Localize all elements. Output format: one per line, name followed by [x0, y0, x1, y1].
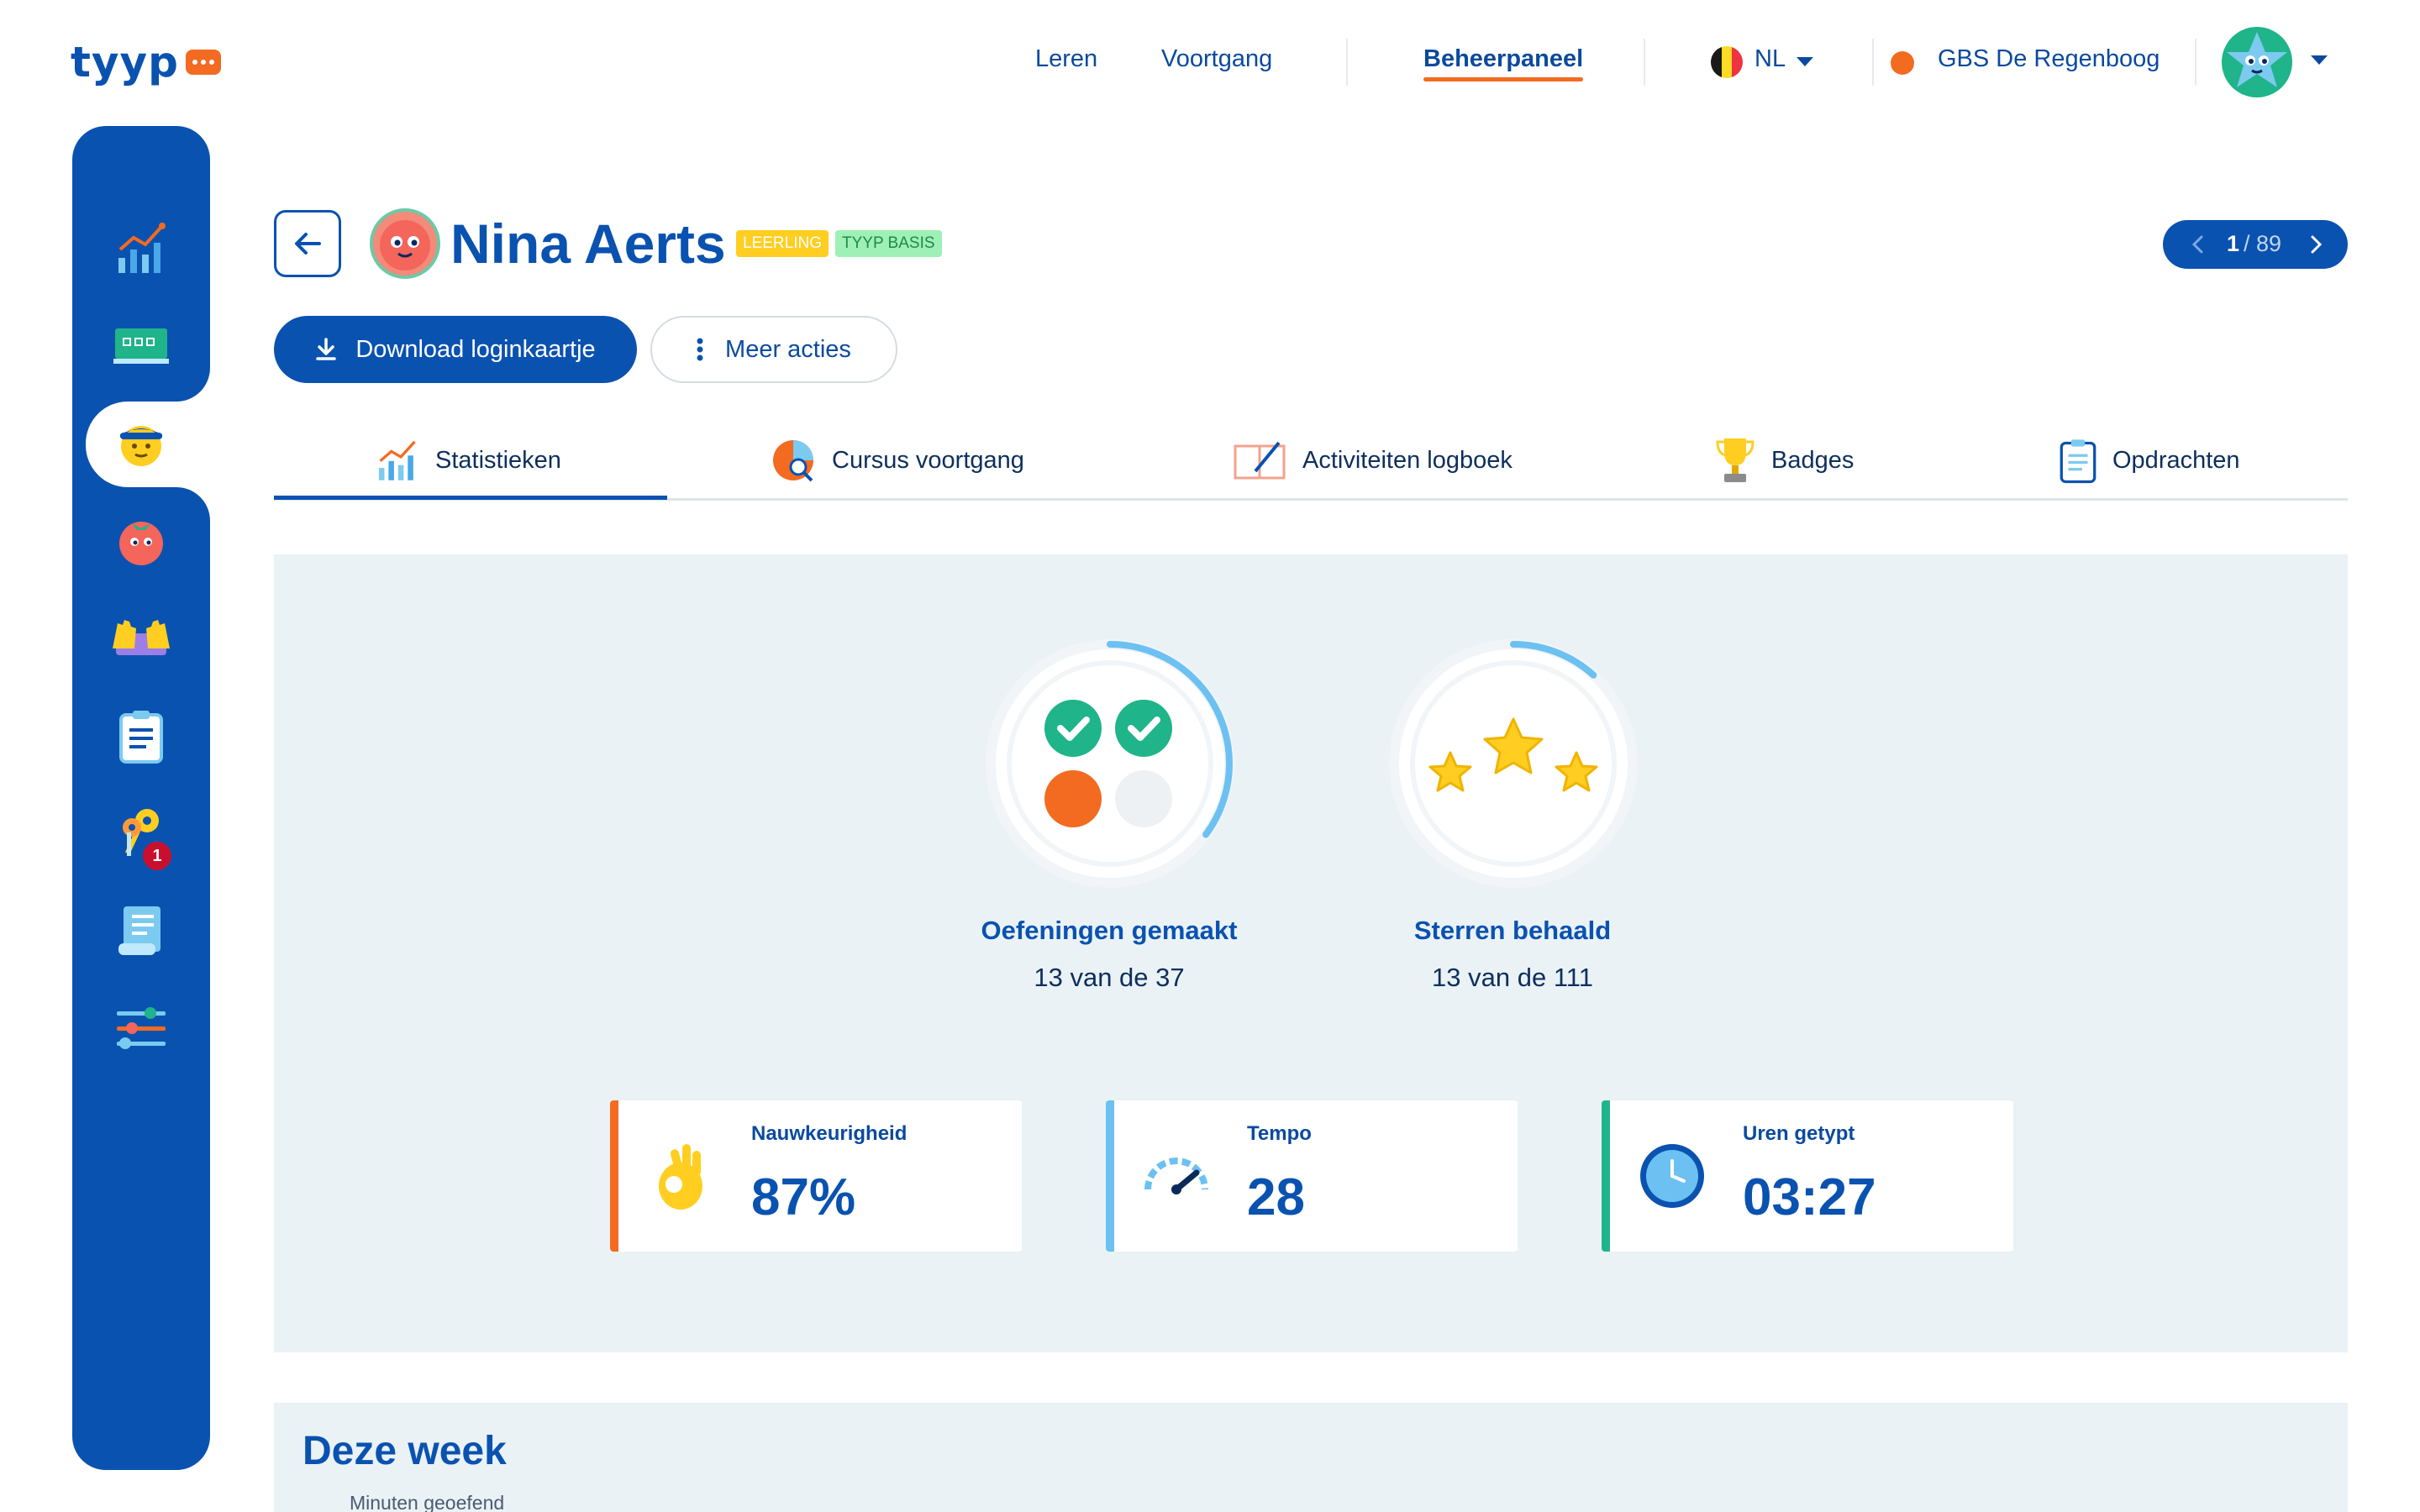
tab-label: Badges [1771, 446, 1854, 474]
pager-current: 1 [2227, 231, 2240, 256]
tab-badges[interactable]: Badges [1714, 420, 1854, 501]
accuracy-value: 87% [751, 1168, 856, 1226]
top-navigation: tyyp Leren Voortgang Beheerpaneel NL GBS… [0, 0, 2420, 126]
nav-voortgang[interactable]: Voortgang [1161, 45, 1272, 73]
sidebar-item-keys[interactable]: 1 [86, 791, 197, 875]
more-actions-label: Meer acties [725, 335, 851, 363]
tab-label: Opdrachten [2112, 446, 2240, 474]
sidebar-item-assignments[interactable] [86, 694, 197, 778]
tab-activiteiten-logboek[interactable]: Activiteiten logboek [1232, 420, 1512, 501]
student-icon [120, 426, 162, 466]
chart-icon [378, 440, 416, 480]
exercises-label: Oefeningen gemaakt [981, 916, 1238, 945]
logo-text: tyyp [71, 38, 179, 87]
nav-divider [1872, 39, 1874, 86]
speedometer-icon [1144, 1158, 1208, 1194]
speed-card: Tempo 28 [1106, 1100, 1518, 1252]
avatar [2222, 27, 2292, 97]
nav-beheerpaneel[interactable]: Beheerpaneel [1423, 45, 1583, 73]
accuracy-card: Nauwkeurigheid 87% [610, 1100, 1022, 1252]
hands-keyboard-icon [113, 620, 170, 655]
empty-dot [1115, 770, 1172, 827]
speed-value: 28 [1247, 1168, 1305, 1226]
card-accent-bar [610, 1100, 618, 1252]
in-progress-dot [1044, 770, 1102, 827]
clipboard-icon [2060, 439, 2096, 484]
speed-title: Tempo [1247, 1122, 1312, 1145]
nav-divider [2195, 39, 2196, 86]
chart-icon [118, 223, 166, 273]
nav-active-indicator [1423, 77, 1583, 81]
trophy-icon [1716, 438, 1754, 482]
clipboard-icon [119, 711, 163, 764]
receipt-icon [118, 906, 160, 955]
tab-active-indicator [274, 496, 667, 500]
chat-bubble-icon [185, 50, 221, 75]
chevron-right-icon[interactable] [2306, 234, 2326, 255]
sidebar-item-tomato[interactable] [86, 499, 197, 583]
sidebar-item-typing[interactable] [86, 596, 197, 680]
stars-progress-ring [1389, 639, 1638, 888]
back-button[interactable] [274, 210, 341, 277]
download-login-card-button[interactable]: Download loginkaartje [274, 316, 637, 383]
sidebar-item-invoices[interactable] [86, 889, 197, 973]
stars-label: Sterren behaald [1413, 916, 1612, 945]
hours-title: Uren getypt [1743, 1122, 1855, 1145]
chevron-down-icon [2311, 55, 2328, 65]
tyyp-logo[interactable]: tyyp [71, 37, 221, 87]
hours-card: Uren getypt 03:27 [1602, 1100, 2013, 1252]
nav-divider [1644, 39, 1645, 86]
download-label: Download loginkaartje [355, 335, 596, 363]
ok-hand-icon [659, 1144, 702, 1210]
pager-total: / 89 [2244, 231, 2282, 256]
sidebar-item-classes[interactable] [86, 304, 197, 388]
this-week-panel: Deze week Minuten geoefend [274, 1403, 2348, 1512]
more-vertical-icon [697, 338, 703, 361]
sidebar-item-settings[interactable] [86, 986, 197, 1070]
chevron-down-icon [1797, 57, 1813, 66]
chart-axis-label: Minuten geoefend [350, 1492, 505, 1512]
check-circle-icon [1115, 700, 1172, 757]
tomato-icon [119, 522, 163, 565]
student-pager: 1 / 89 [2163, 220, 2348, 269]
school-status-dot [1891, 51, 1914, 75]
belgium-flag-icon [1711, 46, 1743, 78]
tab-label: Statistieken [435, 446, 561, 474]
download-icon [316, 338, 337, 360]
chevron-left-icon[interactable] [2188, 234, 2208, 255]
check-circle-icon [1044, 700, 1102, 757]
student-name: Nina Aerts [450, 213, 726, 275]
nav-divider [1346, 39, 1348, 86]
tab-cursus-voortgang[interactable]: Cursus voortgang [770, 420, 1024, 501]
sidebar-item-students[interactable] [86, 402, 197, 486]
nav-leren[interactable]: Leren [1035, 45, 1097, 73]
section-title: Deze week [302, 1429, 507, 1473]
sliders-icon [117, 1007, 166, 1049]
stars-count: 13 van de 111 [1432, 963, 1593, 992]
classroom-board-icon [113, 328, 169, 364]
accuracy-title: Nauwkeurigheid [751, 1122, 908, 1145]
student-avatar [370, 208, 440, 279]
arrow-left-icon [295, 233, 321, 255]
card-accent-bar [1106, 1100, 1114, 1252]
sidebar-item-statistics[interactable] [86, 207, 197, 291]
tab-opdrachten[interactable]: Opdrachten [2059, 420, 2240, 501]
more-actions-button[interactable]: Meer acties [650, 316, 897, 383]
notebook-pen-icon [1234, 441, 1286, 480]
notification-badge: 1 [143, 842, 171, 870]
school-name: GBS De Regenboog [1938, 45, 2160, 72]
role-badge: LEERLING [736, 230, 829, 257]
pie-search-icon [773, 440, 813, 482]
exercises-progress-ring [986, 639, 1234, 888]
tab-label: Activiteiten logboek [1302, 446, 1512, 474]
card-accent-bar [1602, 1100, 1610, 1252]
language-label: NL [1754, 45, 1786, 72]
tab-label: Cursus voortgang [832, 446, 1024, 474]
hours-value: 03:27 [1743, 1168, 1876, 1226]
tab-statistieken[interactable]: Statistieken [375, 420, 561, 501]
exercises-count: 13 van de 37 [1034, 963, 1185, 992]
plan-badge: TYYP BASIS [835, 230, 942, 257]
tab-bar: Statistieken Cursus voortgang Activiteit… [274, 420, 2348, 501]
clock-icon [1640, 1144, 1704, 1208]
